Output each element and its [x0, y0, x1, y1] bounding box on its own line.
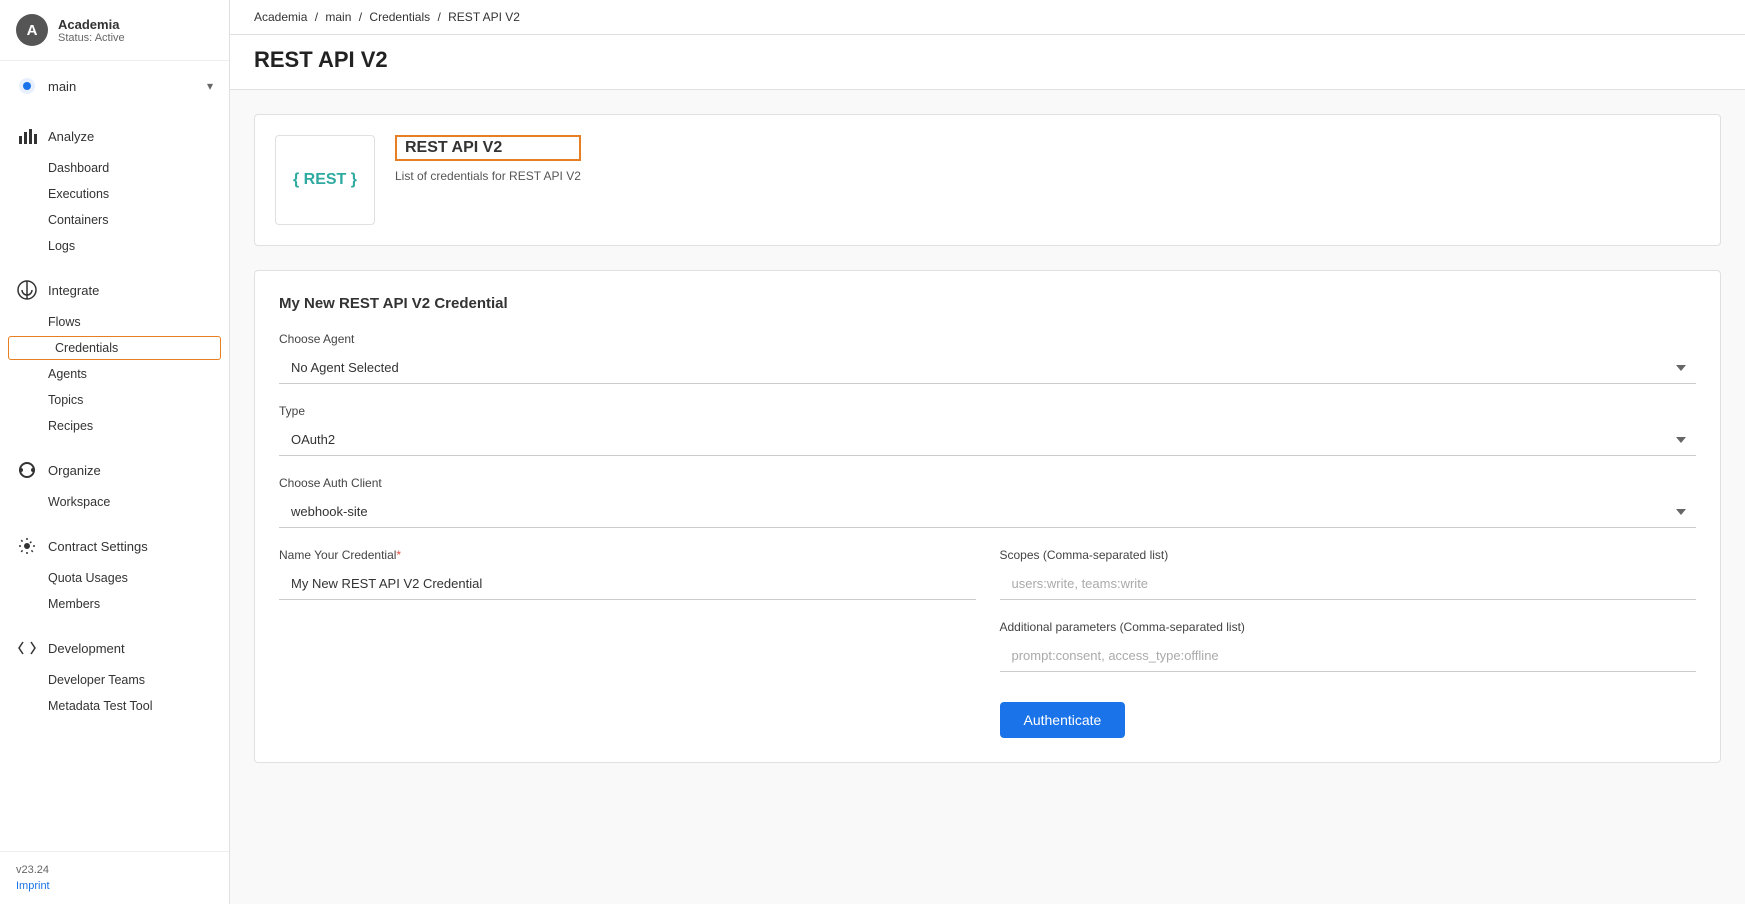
- form-row-scopes: Scopes (Comma-separated list): [1000, 548, 1697, 600]
- form-section-title: My New REST API V2 Credential: [279, 295, 1696, 312]
- contract-settings-label: Contract Settings: [48, 539, 148, 554]
- credential-card-info: REST API V2 List of credentials for REST…: [395, 135, 581, 183]
- sidebar-item-organize[interactable]: Organize: [0, 451, 229, 489]
- sep2: /: [359, 10, 366, 24]
- sidebar-sub-containers[interactable]: Containers: [0, 207, 229, 233]
- content-area: { REST } REST API V2 List of credentials…: [230, 90, 1745, 904]
- page-title-bar: REST API V2: [230, 35, 1745, 90]
- sidebar-sub-topics[interactable]: Topics: [0, 387, 229, 413]
- right-col: Scopes (Comma-separated list) Additional…: [1000, 548, 1697, 738]
- name-credential-input[interactable]: [279, 568, 976, 600]
- organize-label: Organize: [48, 463, 101, 478]
- choose-agent-select[interactable]: No Agent Selected: [279, 352, 1696, 384]
- type-label: Type: [279, 404, 1696, 418]
- version-label: v23.24: [16, 864, 213, 876]
- bar-chart-icon: [16, 125, 38, 147]
- sidebar-sub-logs[interactable]: Logs: [0, 233, 229, 259]
- page-title: REST API V2: [254, 47, 1721, 73]
- additional-params-label: Additional parameters (Comma-separated l…: [1000, 620, 1697, 634]
- chevron-down-icon: ▾: [207, 79, 213, 93]
- sidebar-sub-metadata-test-tool[interactable]: Metadata Test Tool: [0, 693, 229, 719]
- left-col: Name Your Credential*: [279, 548, 976, 738]
- dev-icon: [16, 637, 38, 659]
- credential-card: { REST } REST API V2 List of credentials…: [254, 114, 1721, 246]
- development-label: Development: [48, 641, 125, 656]
- choose-auth-client-select[interactable]: webhook-site: [279, 496, 1696, 528]
- credential-card-desc: List of credentials for REST API V2: [395, 169, 581, 183]
- sidebar-sub-executions[interactable]: Executions: [0, 181, 229, 207]
- integrate-icon: [16, 279, 38, 301]
- breadcrumb-main[interactable]: main: [325, 10, 351, 24]
- sidebar-sub-agents[interactable]: Agents: [0, 361, 229, 387]
- org-header[interactable]: A Academia Status: Active: [0, 0, 229, 61]
- additional-params-input[interactable]: [1000, 640, 1697, 672]
- analyze-label: Analyze: [48, 129, 94, 144]
- breadcrumb: Academia / main / Credentials / REST API…: [230, 0, 1745, 35]
- imprint-link[interactable]: Imprint: [16, 880, 50, 892]
- rest-logo-text: { REST }: [293, 171, 357, 189]
- sidebar-item-development[interactable]: Development: [0, 629, 229, 667]
- sidebar-item-main[interactable]: main ▾: [0, 67, 229, 105]
- sidebar-sub-recipes[interactable]: Recipes: [0, 413, 229, 439]
- rest-logo-box: { REST }: [275, 135, 375, 225]
- choose-auth-client-label: Choose Auth Client: [279, 476, 1696, 490]
- scopes-input[interactable]: [1000, 568, 1697, 600]
- two-col-row: Name Your Credential* Scopes (Comma-sepa…: [279, 548, 1696, 738]
- sep3: /: [437, 10, 444, 24]
- form-row-type: Type OAuth2: [279, 404, 1696, 456]
- choose-agent-label: Choose Agent: [279, 332, 1696, 346]
- name-credential-label: Name Your Credential*: [279, 548, 976, 562]
- type-select[interactable]: OAuth2: [279, 424, 1696, 456]
- sidebar-item-analyze[interactable]: Analyze: [0, 117, 229, 155]
- avatar: A: [16, 14, 48, 46]
- sidebar-sub-members[interactable]: Members: [0, 591, 229, 617]
- org-name: Academia: [58, 17, 125, 32]
- sidebar-sub-flows[interactable]: Flows: [0, 309, 229, 335]
- sidebar-item-integrate[interactable]: Integrate: [0, 271, 229, 309]
- scopes-label: Scopes (Comma-separated list): [1000, 548, 1697, 562]
- integrate-label: Integrate: [48, 283, 99, 298]
- sidebar-item-contract-settings[interactable]: Contract Settings: [0, 527, 229, 565]
- credential-card-title: REST API V2: [395, 135, 581, 161]
- sidebar-sub-quota-usages[interactable]: Quota Usages: [0, 565, 229, 591]
- form-row-agent: Choose Agent No Agent Selected: [279, 332, 1696, 384]
- sidebar-sub-dashboard[interactable]: Dashboard: [0, 155, 229, 181]
- breadcrumb-academia[interactable]: Academia: [254, 10, 307, 24]
- sidebar: A Academia Status: Active main ▾ Analyze…: [0, 0, 230, 904]
- breadcrumb-credentials[interactable]: Credentials: [369, 10, 430, 24]
- organize-icon: [16, 459, 38, 481]
- main-icon: [16, 75, 38, 97]
- form-section: My New REST API V2 Credential Choose Age…: [254, 270, 1721, 763]
- settings-icon: [16, 535, 38, 557]
- sidebar-footer: v23.24 Imprint: [0, 851, 229, 904]
- form-row-name: Name Your Credential*: [279, 548, 976, 600]
- breadcrumb-rest-api: REST API V2: [448, 10, 520, 24]
- main-label: main: [48, 79, 76, 94]
- sidebar-sub-workspace[interactable]: Workspace: [0, 489, 229, 515]
- sep1: /: [315, 10, 322, 24]
- authenticate-button[interactable]: Authenticate: [1000, 702, 1126, 738]
- org-status: Status: Active: [58, 32, 125, 44]
- sidebar-sub-credentials[interactable]: Credentials: [8, 336, 221, 360]
- sidebar-sub-developer-teams[interactable]: Developer Teams: [0, 667, 229, 693]
- form-row-auth-client: Choose Auth Client webhook-site: [279, 476, 1696, 528]
- main-content: Academia / main / Credentials / REST API…: [230, 0, 1745, 904]
- form-row-additional-params: Additional parameters (Comma-separated l…: [1000, 620, 1697, 672]
